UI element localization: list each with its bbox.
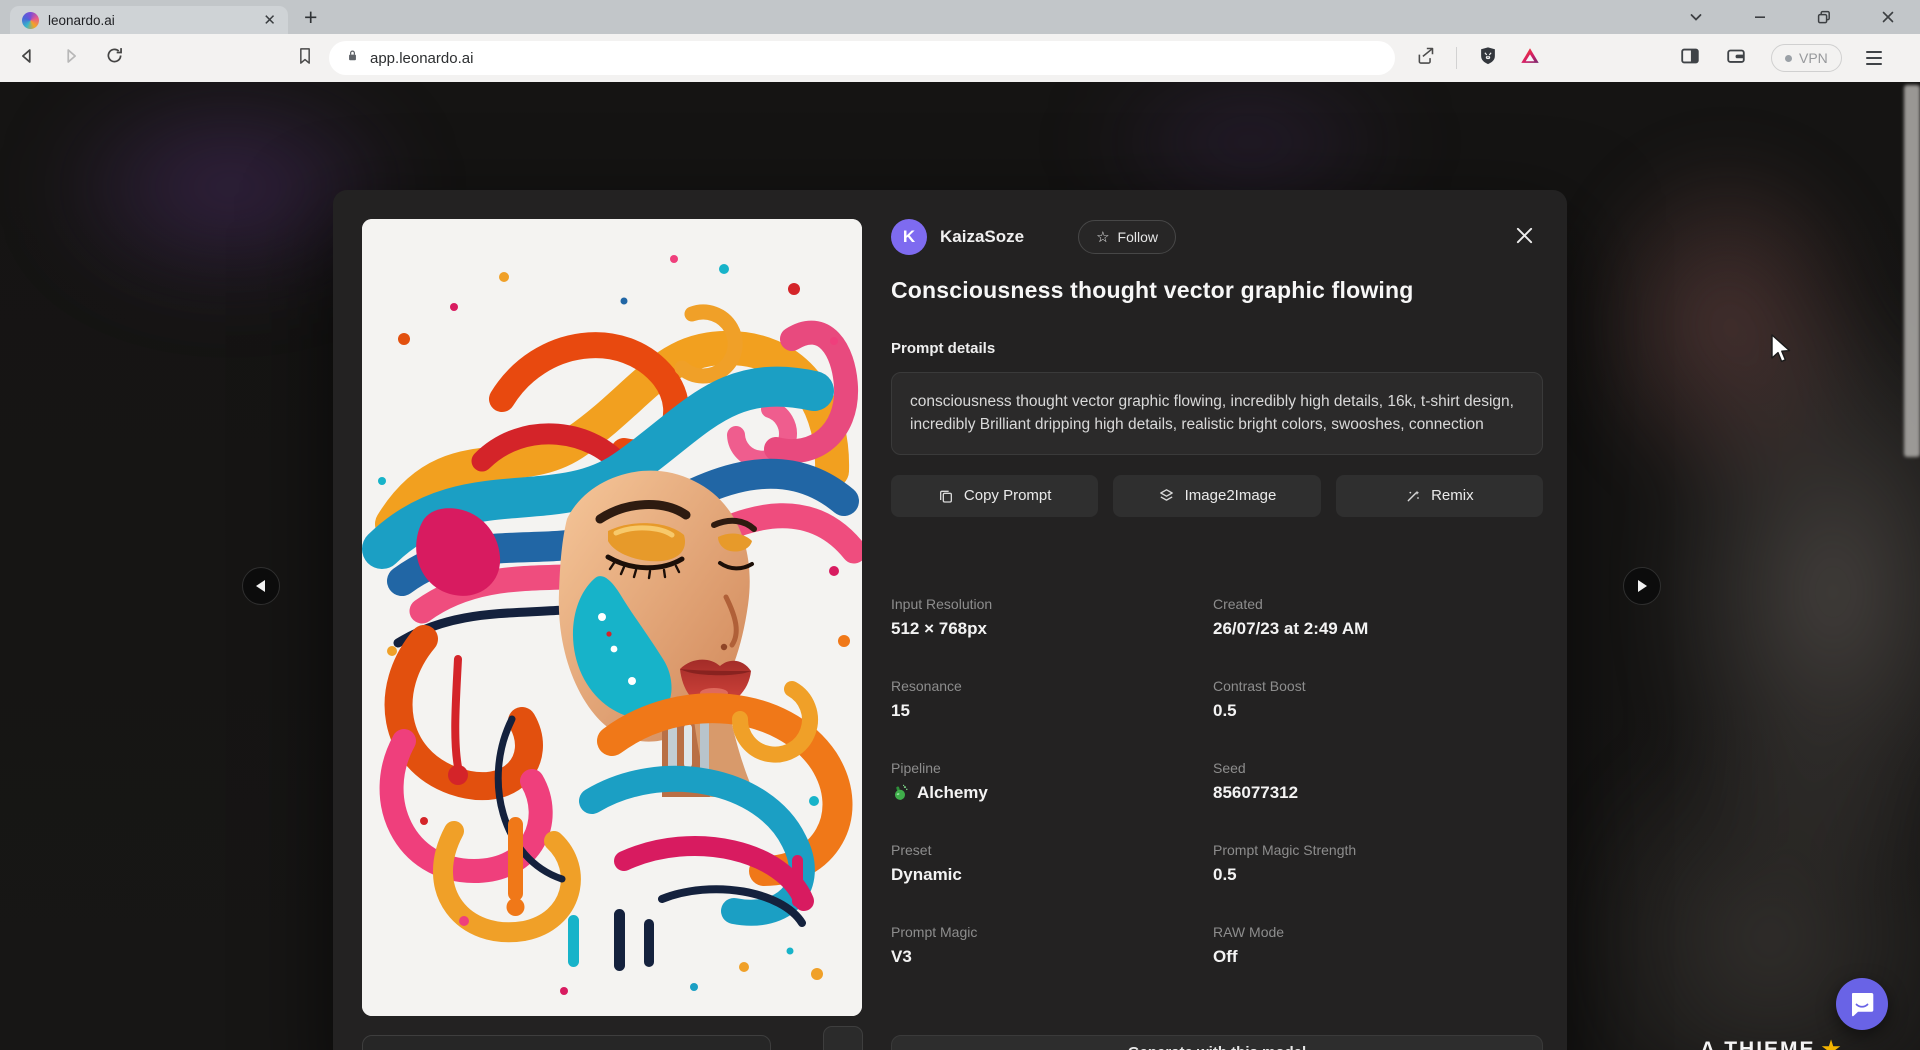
bottom-partial-square-button[interactable]: [823, 1026, 863, 1050]
leonardo-favicon-icon: [22, 12, 39, 29]
arrow-left-icon: [255, 579, 267, 593]
arrow-right-icon: [1636, 579, 1648, 593]
share-icon[interactable]: [1415, 45, 1436, 71]
star-icon: ☆: [1096, 230, 1109, 245]
follow-button[interactable]: ☆ Follow: [1078, 220, 1176, 254]
generated-artwork-image[interactable]: [362, 219, 862, 1016]
meta-raw-mode: RAW Mode Off: [1213, 924, 1543, 967]
copy-prompt-button[interactable]: Copy Prompt: [891, 475, 1098, 517]
layers-icon: [1158, 487, 1175, 504]
window-restore-button[interactable]: [1792, 0, 1856, 34]
back-button[interactable]: [16, 45, 38, 72]
brave-shield-icon[interactable]: [1477, 45, 1499, 72]
meta-resonance: Resonance 15: [891, 678, 1213, 721]
backdrop-edge-card: [1904, 85, 1920, 457]
prompt-details-heading: Prompt details: [891, 340, 1543, 357]
prompt-details-panel: K KaizaSoze ☆ Follow Consciousness thoug…: [891, 218, 1543, 967]
vpn-badge[interactable]: VPN: [1771, 44, 1842, 72]
previous-image-button[interactable]: [242, 567, 280, 605]
generate-with-model-button[interactable]: Generate with this model: [891, 1035, 1543, 1050]
bat-rewards-icon[interactable]: [1519, 45, 1541, 72]
window-minimize-button[interactable]: [1728, 0, 1792, 34]
bookmark-icon[interactable]: [295, 46, 315, 71]
new-tab-button[interactable]: +: [304, 4, 317, 31]
vpn-label: VPN: [1799, 50, 1828, 66]
browser-tab-bar: leonardo.ai ✕ +: [0, 0, 1920, 34]
video-watermark: A THIEME★: [1700, 1037, 1842, 1050]
image-title: Consciousness thought vector graphic flo…: [891, 277, 1543, 304]
meta-prompt-magic-strength: Prompt Magic Strength 0.5: [1213, 842, 1543, 885]
toolbar-divider: [1456, 47, 1457, 69]
action-buttons-row: Copy Prompt Image2Image Remix: [891, 475, 1543, 517]
prompt-text-box: consciousness thought vector graphic flo…: [891, 372, 1543, 455]
support-chat-button[interactable]: [1836, 978, 1888, 1030]
meta-seed: Seed 856077312: [1213, 760, 1543, 803]
remix-wand-icon: [1405, 488, 1421, 504]
meta-prompt-magic: Prompt Magic V3: [891, 924, 1213, 967]
browser-toolbar: app.leonardo.ai VPN: [0, 34, 1920, 82]
vpn-dot-icon: [1785, 55, 1792, 62]
author-name[interactable]: KaizaSoze: [940, 227, 1024, 247]
tab-title: leonardo.ai: [48, 13, 254, 28]
bottom-partial-bar[interactable]: [362, 1035, 771, 1050]
browser-tab[interactable]: leonardo.ai ✕: [10, 6, 288, 34]
tab-search-chevron-icon[interactable]: [1664, 0, 1728, 34]
follow-label: Follow: [1118, 229, 1158, 245]
window-controls: [1664, 0, 1920, 34]
meta-input-resolution: Input Resolution 512 × 768px: [891, 596, 1213, 639]
metadata-grid: Input Resolution 512 × 768px Created 26/…: [891, 596, 1543, 967]
forward-button[interactable]: [60, 45, 82, 72]
chat-bubble-icon: [1849, 991, 1875, 1018]
mouse-cursor: [1770, 334, 1792, 369]
meta-pipeline: Pipeline Alchemy: [891, 760, 1213, 803]
url-text: app.leonardo.ai: [370, 50, 473, 67]
menu-hamburger-icon[interactable]: [1866, 51, 1882, 65]
url-bar[interactable]: app.leonardo.ai: [329, 41, 1395, 75]
wallet-icon[interactable]: [1725, 45, 1747, 72]
tab-close-icon[interactable]: ✕: [263, 13, 276, 28]
copy-icon: [938, 488, 954, 504]
window-close-button[interactable]: [1856, 0, 1920, 34]
image-detail-modal: K KaizaSoze ☆ Follow Consciousness thoug…: [333, 190, 1567, 1050]
watermark-star-icon: ★: [1822, 1038, 1843, 1050]
author-row: K KaizaSoze ☆ Follow: [891, 218, 1543, 256]
next-image-button[interactable]: [1623, 567, 1661, 605]
meta-created: Created 26/07/23 at 2:49 AM: [1213, 596, 1543, 639]
lock-icon: [345, 48, 360, 68]
meta-preset: Preset Dynamic: [891, 842, 1213, 885]
alchemy-potion-icon: [891, 784, 909, 802]
backdrop-blurred-image-right: [1560, 112, 1920, 1050]
modal-close-button[interactable]: [1511, 222, 1537, 248]
image2image-button[interactable]: Image2Image: [1113, 475, 1320, 517]
avatar[interactable]: K: [891, 219, 927, 255]
sidebar-panel-icon[interactable]: [1679, 45, 1701, 72]
meta-contrast-boost: Contrast Boost 0.5: [1213, 678, 1543, 721]
reload-button[interactable]: [104, 45, 125, 71]
remix-button[interactable]: Remix: [1336, 475, 1543, 517]
